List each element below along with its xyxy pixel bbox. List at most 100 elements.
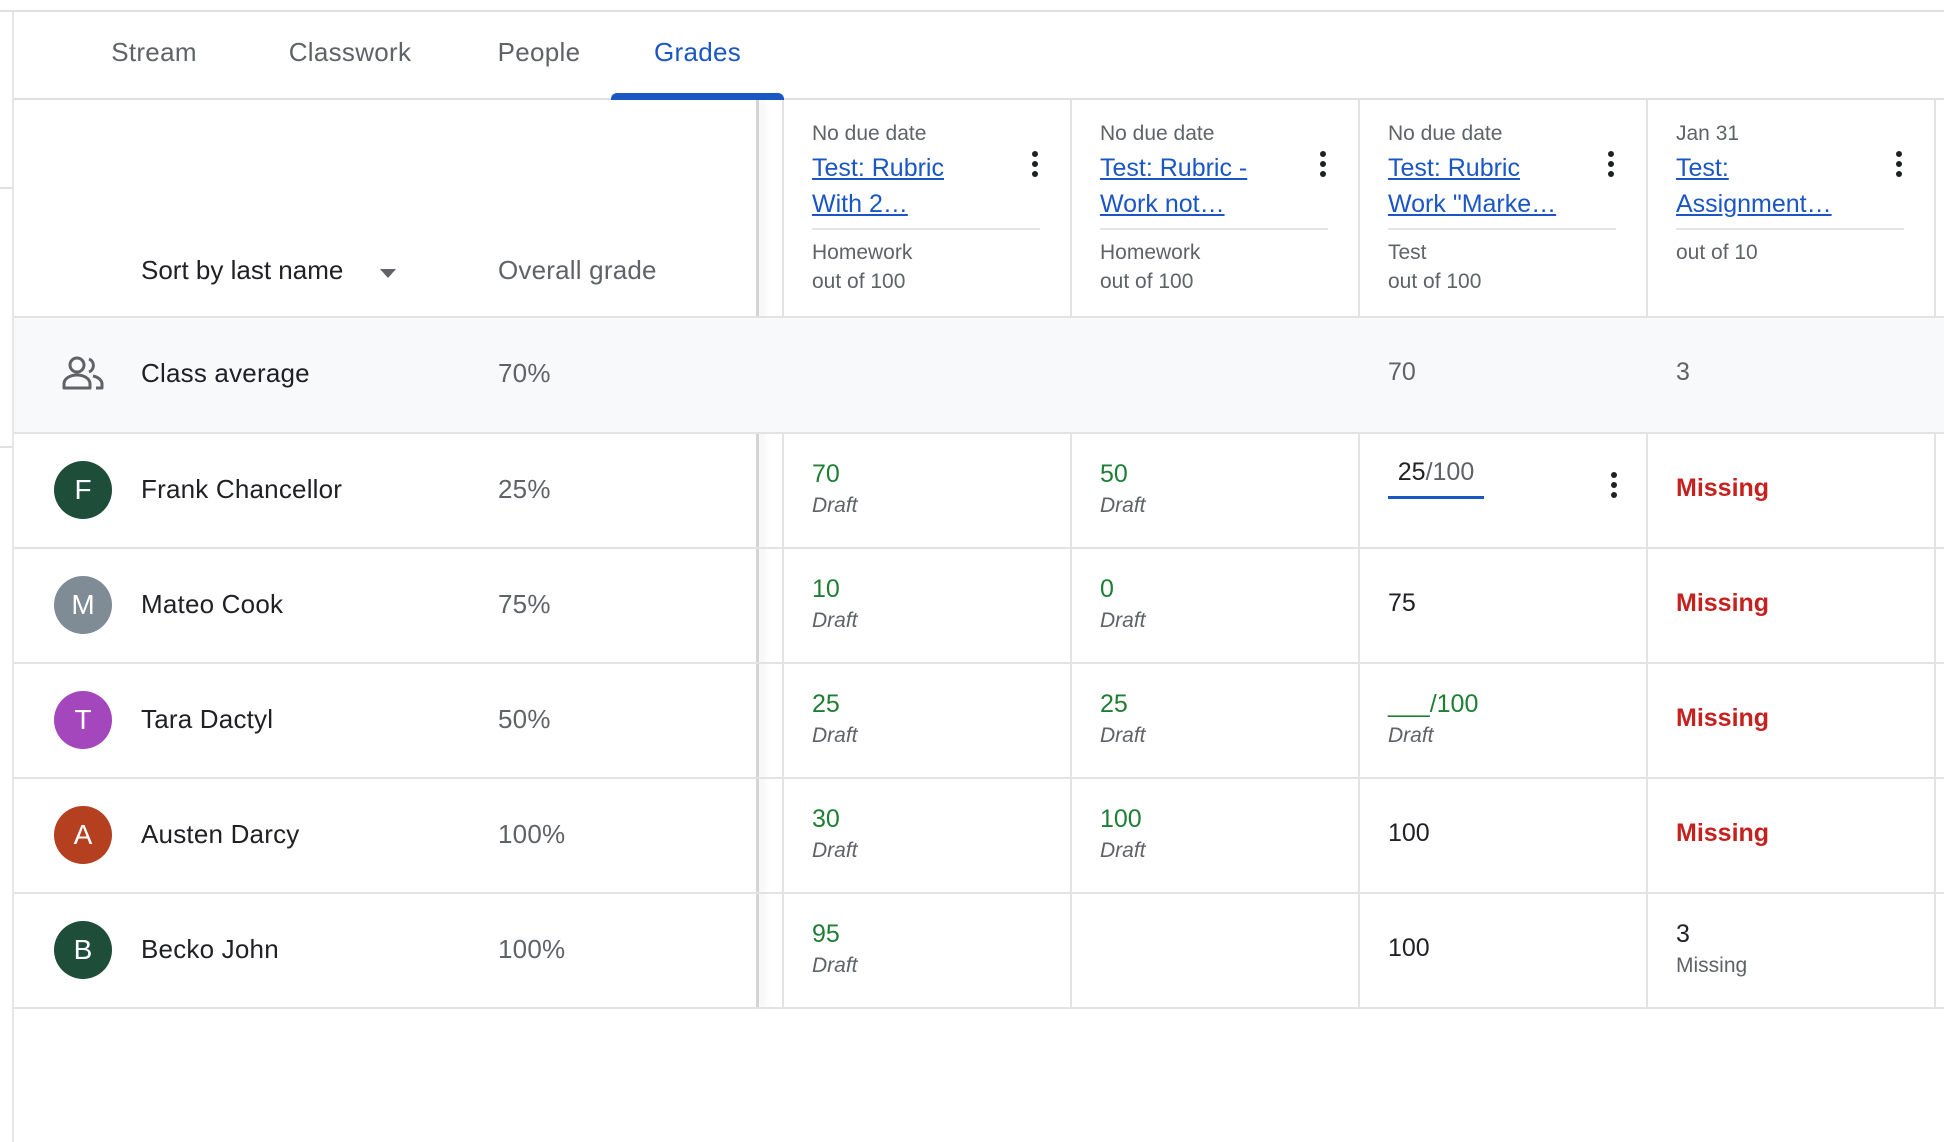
more-vert-icon[interactable] xyxy=(1604,469,1624,509)
tab-bar: Stream Classwork People Grades xyxy=(14,12,1944,100)
student-name[interactable]: Austen Darcy xyxy=(141,819,299,850)
header-separator xyxy=(1100,228,1328,230)
grade-status: Draft xyxy=(1100,724,1146,747)
grade-cell[interactable]: 0 Draft xyxy=(1072,549,1360,662)
grade-cell[interactable]: Missing xyxy=(1648,664,1936,777)
grade-status: Draft xyxy=(812,609,858,632)
class-average-label: Class average xyxy=(141,358,310,388)
header-separator xyxy=(1676,228,1904,230)
average-cell: 3 xyxy=(1648,318,1936,432)
grade-cell[interactable]: Missing xyxy=(1648,779,1936,892)
title-line: Test: Rubric xyxy=(812,154,944,182)
title-line: Test: Rubric - xyxy=(1100,154,1248,182)
grade-cell[interactable]: 25 Draft xyxy=(1072,664,1360,777)
grade-value: 70 xyxy=(812,460,840,488)
student-name[interactable]: Becko John xyxy=(141,934,279,965)
average-cell xyxy=(1072,318,1360,432)
grade-input-outof: /100 xyxy=(1425,458,1475,486)
student-row: T Tara Dactyl 50% 25 Draft 25 Draft ___/… xyxy=(14,664,1944,779)
title-line: With 2… xyxy=(812,190,908,218)
grade-value: 25 xyxy=(1100,690,1128,718)
grade-cell[interactable]: ___/100 Draft xyxy=(1360,664,1648,777)
average-cell xyxy=(784,318,1072,432)
average-value: 70 xyxy=(1388,358,1416,386)
header-separator xyxy=(812,228,1040,230)
assignment-header: No due date Test: Rubric - Work not… Hom… xyxy=(1072,100,1360,316)
assignment-header: No due date Test: Rubric With 2… Homewor… xyxy=(784,100,1072,316)
grade-value: 95 xyxy=(812,920,840,948)
grade-cell[interactable]: Missing xyxy=(1648,434,1936,547)
avatar[interactable]: B xyxy=(54,921,112,979)
grade-cell-editing[interactable]: 25/100 xyxy=(1360,434,1648,547)
grade-value: 30 xyxy=(812,805,840,833)
assignment-category: Homework out of 100 xyxy=(1100,238,1200,296)
header-row: Sort by last name Overall grade No due d… xyxy=(14,100,1944,318)
grade-value: 75 xyxy=(1388,589,1416,617)
student-row: F Frank Chancellor 25% 70 Draft 50 Draft… xyxy=(14,434,1944,549)
category-label: Homework xyxy=(812,241,913,264)
assignment-category: out of 10 xyxy=(1676,238,1758,267)
grade-cell[interactable]: 25 Draft xyxy=(784,664,1072,777)
active-tab-indicator xyxy=(611,93,784,100)
due-date: No due date xyxy=(1388,122,1503,145)
grade-cell[interactable]: 95 Draft xyxy=(784,894,1072,1007)
grade-value: 100 xyxy=(1100,805,1142,833)
sort-dropdown[interactable]: Sort by last name xyxy=(141,255,343,286)
header-separator xyxy=(1388,228,1616,230)
tab-people[interactable]: People xyxy=(472,12,606,98)
due-date: No due date xyxy=(1100,122,1215,145)
grade-value: 50 xyxy=(1100,460,1128,488)
dropdown-arrow-icon[interactable] xyxy=(380,269,396,278)
missing-label: Missing xyxy=(1676,704,1770,732)
tab-stream[interactable]: Stream xyxy=(80,12,228,98)
grade-cell[interactable]: 75 xyxy=(1360,549,1648,662)
grade-cell[interactable]: 100 xyxy=(1360,779,1648,892)
class-average-row: Class average 70% 70 3 xyxy=(14,318,1944,434)
tab-classwork[interactable]: Classwork xyxy=(252,12,448,98)
grade-status: Draft xyxy=(812,839,858,862)
assignment-header: Jan 31 Test: Assignment… out of 10 xyxy=(1648,100,1936,316)
grade-cell[interactable]: Missing xyxy=(1648,549,1936,662)
grade-cell[interactable]: 70 Draft xyxy=(784,434,1072,547)
avatar[interactable]: T xyxy=(54,691,112,749)
assignment-title-link[interactable]: Test: Assignment… xyxy=(1676,150,1832,222)
assignment-title-link[interactable]: Test: Rubric Work "Marke… xyxy=(1388,150,1556,222)
grade-cell[interactable]: 30 Draft xyxy=(784,779,1072,892)
avatar[interactable]: A xyxy=(54,806,112,864)
class-average-overall: 70% xyxy=(498,358,551,388)
grade-cell[interactable]: 50 Draft xyxy=(1072,434,1360,547)
grade-input[interactable]: 25/100 xyxy=(1388,452,1484,499)
student-name[interactable]: Tara Dactyl xyxy=(141,704,273,735)
more-vert-icon[interactable] xyxy=(1601,148,1621,188)
grade-cell[interactable]: 100 xyxy=(1360,894,1648,1007)
grade-cell[interactable]: 10 Draft xyxy=(784,549,1072,662)
grade-status: Draft xyxy=(812,494,858,517)
avatar[interactable]: M xyxy=(54,576,112,634)
grade-value: ___/100 xyxy=(1388,690,1479,718)
average-cell: 70 xyxy=(1360,318,1648,432)
title-line: Test: Rubric xyxy=(1388,154,1520,182)
points-label: out of 100 xyxy=(1388,270,1482,293)
grade-cell[interactable]: 3 Missing xyxy=(1648,894,1936,1007)
points-label: out of 10 xyxy=(1676,241,1758,264)
student-row: B Becko John 100% 95 Draft 100 3 Missing xyxy=(14,894,1944,1009)
category-label: Homework xyxy=(1100,241,1201,264)
assignment-title-link[interactable]: Test: Rubric With 2… xyxy=(812,150,962,222)
grade-cell[interactable]: 100 Draft xyxy=(1072,779,1360,892)
assignment-title-link[interactable]: Test: Rubric - Work not… xyxy=(1100,150,1250,222)
grade-value: 100 xyxy=(1388,934,1430,962)
student-overall-grade: 100% xyxy=(498,819,566,849)
student-name[interactable]: Frank Chancellor xyxy=(141,474,342,505)
grade-cell[interactable] xyxy=(1072,894,1360,1007)
student-name[interactable]: Mateo Cook xyxy=(141,589,283,620)
more-vert-icon[interactable] xyxy=(1313,148,1333,188)
grade-status: Draft xyxy=(1388,724,1434,747)
avatar[interactable]: F xyxy=(54,461,112,519)
grade-value: 0 xyxy=(1100,575,1114,603)
grade-value: 25 xyxy=(812,690,840,718)
title-line: Test: xyxy=(1676,154,1729,182)
tab-grades[interactable]: Grades xyxy=(611,12,784,100)
more-vert-icon[interactable] xyxy=(1889,148,1909,188)
more-vert-icon[interactable] xyxy=(1025,148,1045,188)
grade-status: Draft xyxy=(812,724,858,747)
